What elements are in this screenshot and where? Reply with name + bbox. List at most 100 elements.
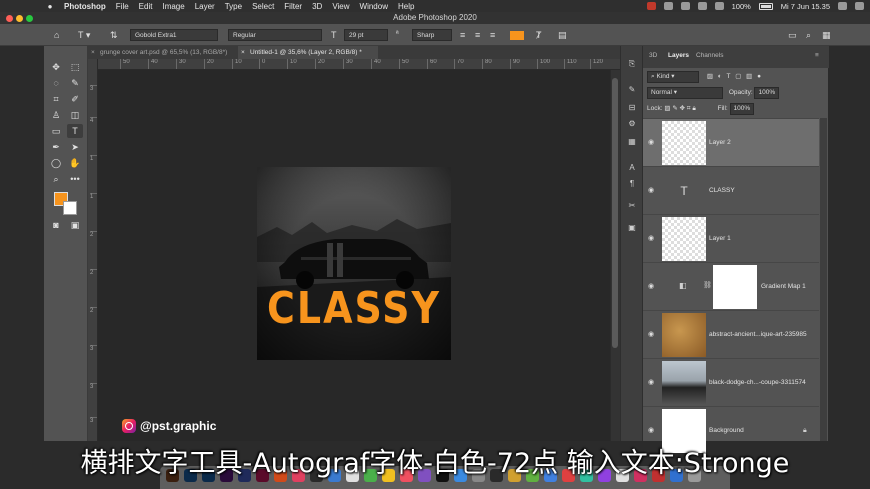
wifi-icon[interactable] xyxy=(697,2,707,10)
fill-field[interactable]: 100% xyxy=(729,103,755,115)
gradient-tool-icon[interactable]: ▭ xyxy=(48,124,64,138)
close-tab-icon[interactable]: × xyxy=(241,46,245,59)
brush-settings-icon[interactable]: ✎ xyxy=(626,84,638,95)
control-center-icon[interactable] xyxy=(855,2,864,10)
tab-grunge-cover-art[interactable]: × grunge cover art.psd @ 65,5% (13, RGB/… xyxy=(88,46,238,59)
font-size-select[interactable]: 29 pt xyxy=(344,29,388,41)
lock-position-icon[interactable]: ✥ xyxy=(680,105,685,112)
lock-paint-icon[interactable]: ✎ xyxy=(672,105,677,112)
visibility-eye-icon[interactable]: ◉ xyxy=(648,378,654,386)
layer-name[interactable]: Layer 2 xyxy=(709,139,731,146)
menu-window[interactable]: Window xyxy=(360,2,388,11)
quick-mask-icon[interactable]: ◙ xyxy=(48,218,64,232)
canvas-title-text[interactable]: CLASSY xyxy=(257,283,451,334)
adjustments-icon[interactable]: ⊟ xyxy=(626,102,638,113)
font-family-select[interactable]: Gobold Extra1 xyxy=(130,29,218,41)
menu-view[interactable]: View xyxy=(332,2,349,11)
type-tool-icon[interactable]: T xyxy=(67,124,83,138)
path-select-tool-icon[interactable]: ➤ xyxy=(67,140,83,154)
menu-file[interactable]: File xyxy=(116,2,129,11)
layer-row[interactable]: ◉ T CLASSY xyxy=(643,166,819,214)
menu-select[interactable]: Select xyxy=(252,2,274,11)
brush-tool-icon[interactable]: ✐ xyxy=(67,92,83,106)
search-icon[interactable]: ⌕ xyxy=(806,29,811,41)
quick-select-tool-icon[interactable]: ✎ xyxy=(67,76,83,90)
filter-smart-object-icon[interactable]: ▥ xyxy=(746,73,752,80)
move-tool-icon[interactable]: ✥ xyxy=(48,60,64,74)
layer-name[interactable]: Gradient Map 1 xyxy=(761,283,806,290)
visibility-eye-icon[interactable]: ◉ xyxy=(648,186,654,194)
history-icon[interactable]: ⎘ xyxy=(626,58,638,69)
workspace-icon[interactable]: ▭ xyxy=(788,29,797,41)
align-right-icon[interactable]: ≡ xyxy=(490,29,495,41)
lasso-tool-icon[interactable]: ◌ xyxy=(48,76,64,90)
pen-tool-icon[interactable]: ✒ xyxy=(48,140,64,154)
filter-kind-select[interactable]: ⌕ Kind ▾ xyxy=(647,71,699,83)
search-icon[interactable] xyxy=(838,2,847,10)
eraser-tool-icon[interactable]: ◫ xyxy=(67,108,83,122)
menu-filter[interactable]: Filter xyxy=(284,2,302,11)
text-color-swatch[interactable] xyxy=(510,31,524,40)
align-center-icon[interactable]: ≡ xyxy=(475,29,480,41)
toggle-text-orientation-icon[interactable]: ⇅ xyxy=(110,29,118,41)
layer-name[interactable]: abstract-ancient...ique-art-235985 xyxy=(709,331,807,338)
tab-layers[interactable]: Layers xyxy=(668,52,689,59)
layer-row[interactable]: ◉ Layer 2 xyxy=(643,118,819,166)
bluetooth-icon[interactable] xyxy=(680,2,690,10)
visibility-eye-icon[interactable]: ◉ xyxy=(648,282,654,290)
cloud-icon[interactable] xyxy=(663,2,673,10)
opacity-field[interactable]: 100% xyxy=(754,87,780,99)
layer-row[interactable]: ◉ black-dodge-ch...-coupe-3311574 xyxy=(643,358,819,406)
warp-text-icon[interactable]: Ⱦ xyxy=(536,29,542,41)
layer-name[interactable]: Layer 1 xyxy=(709,235,731,242)
visibility-eye-icon[interactable]: ◉ xyxy=(648,426,654,434)
crop-tool-icon[interactable]: ⌗ xyxy=(48,92,64,106)
filter-shape-icon[interactable]: ▢ xyxy=(735,73,741,80)
filter-type-icon[interactable]: T xyxy=(727,73,731,80)
layer-name[interactable]: Background xyxy=(709,427,744,434)
mask-link-icon[interactable]: ⛓ xyxy=(703,281,712,289)
lock-all-icon[interactable]: 🔒︎ xyxy=(692,105,695,112)
canvas-vertical-scrollbar[interactable] xyxy=(611,70,620,441)
layer-comps-icon[interactable]: ▣ xyxy=(626,222,638,233)
clock[interactable]: Mi 7 Jun 15.35 xyxy=(781,2,830,11)
battery-icon[interactable] xyxy=(758,2,773,10)
menu-help[interactable]: Help xyxy=(398,2,414,11)
layer-row[interactable]: ◉ abstract-ancient...ique-art-235985 xyxy=(643,310,819,358)
blend-mode-select[interactable]: Normal ▾ xyxy=(647,87,723,99)
apple-icon[interactable]: ● xyxy=(44,2,56,11)
properties-icon[interactable]: ⚙ xyxy=(626,118,638,129)
visibility-eye-icon[interactable]: ◉ xyxy=(648,330,654,338)
filter-adjustment-icon[interactable]: ◐ xyxy=(718,73,722,80)
document-canvas[interactable]: CLASSY xyxy=(257,167,451,360)
paragraph-icon[interactable]: ¶ xyxy=(626,178,638,189)
lock-pixels-icon[interactable]: ▨ xyxy=(664,105,670,112)
stamp-tool-icon[interactable]: ♙ xyxy=(48,108,64,122)
record-icon[interactable] xyxy=(646,2,656,10)
layer-mask-thumbnail[interactable] xyxy=(713,265,757,309)
filter-pixel-icon[interactable]: ▨ xyxy=(707,73,713,80)
layer-name[interactable]: black-dodge-ch...-coupe-3311574 xyxy=(709,379,806,386)
type-tool-preset-icon[interactable]: T ▾ xyxy=(78,29,90,41)
app-name-menu[interactable]: Photoshop xyxy=(64,2,106,11)
hand-tool-icon[interactable]: ✋ xyxy=(67,156,83,170)
more-tools-icon[interactable]: ••• xyxy=(67,172,83,186)
menu-edit[interactable]: Edit xyxy=(139,2,153,11)
character-icon[interactable]: A xyxy=(626,162,638,173)
background-color-swatch[interactable] xyxy=(63,201,77,215)
visibility-eye-icon[interactable]: ◉ xyxy=(648,234,654,242)
canvas-workspace[interactable]: CLASSY xyxy=(98,70,610,441)
layer-row[interactable]: ◉ Layer 1 xyxy=(643,214,819,262)
panel-menu-icon[interactable]: ≡ xyxy=(815,52,819,59)
tool-presets-icon[interactable]: ✂ xyxy=(626,200,638,211)
menu-layer[interactable]: Layer xyxy=(195,2,215,11)
scrollbar-thumb[interactable] xyxy=(612,78,618,348)
antialias-select[interactable]: Sharp xyxy=(412,29,452,41)
menu-type[interactable]: Type xyxy=(225,2,242,11)
align-left-icon[interactable]: ≡ xyxy=(460,29,465,41)
layer-row[interactable]: ◉ ◧ ⛓ Gradient Map 1 xyxy=(643,262,819,310)
lock-artboard-icon[interactable]: ⌗ xyxy=(687,105,691,112)
menu-3d[interactable]: 3D xyxy=(312,2,322,11)
tab-untitled-1[interactable]: × Untitled-1 @ 35,6% (Layer 2, RGB/8) * xyxy=(238,46,378,59)
home-icon[interactable]: ⌂ xyxy=(54,29,59,41)
